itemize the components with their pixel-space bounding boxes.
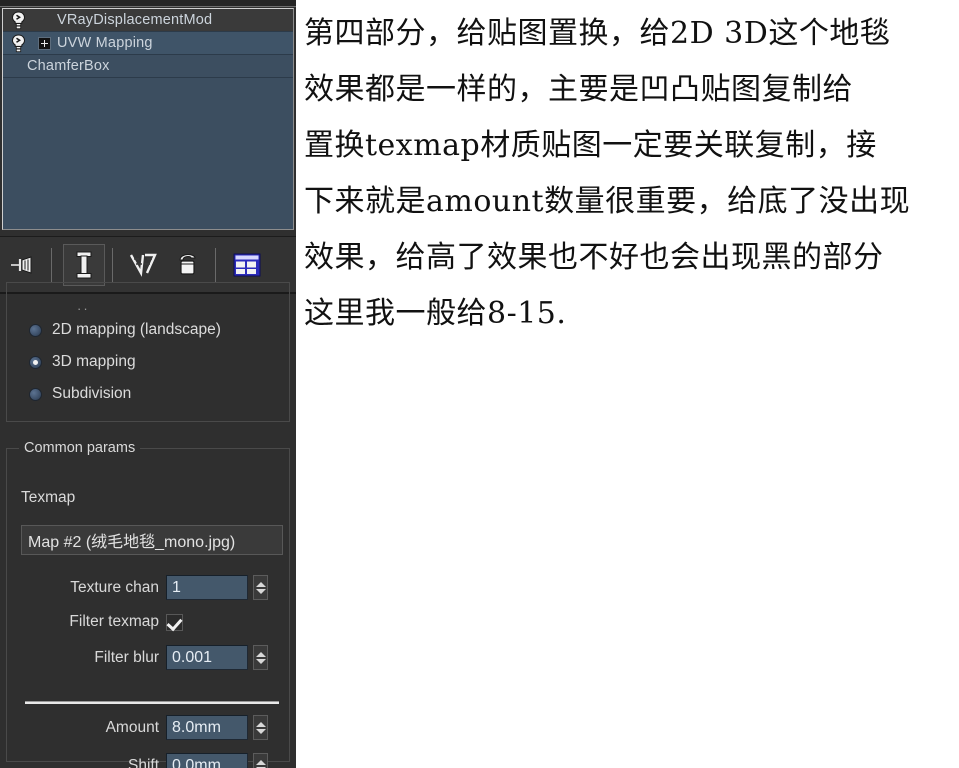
remove-modifier-icon[interactable] (168, 245, 208, 285)
texmap-button[interactable]: Map #2 (绒毛地毯_mono.jpg) (21, 525, 283, 555)
section-divider (25, 701, 279, 704)
radio-subdivision[interactable]: Subdivision (29, 385, 131, 403)
texture-chan-input[interactable]: 1 (166, 575, 248, 600)
radio-label: 3D mapping (52, 353, 136, 370)
make-unique-icon[interactable] (124, 245, 164, 285)
spinner-down-icon[interactable] (255, 728, 266, 734)
shift-spinner[interactable] (253, 753, 268, 768)
spinner-up-icon[interactable] (255, 581, 266, 587)
group-dots: ·· (77, 301, 90, 316)
radio-label: Subdivision (52, 385, 132, 402)
show-end-result-icon[interactable] (63, 243, 105, 286)
amount-spinner[interactable] (253, 715, 268, 740)
caption-line: 效果都是一样的，主要是凹凸贴图复制给 (304, 72, 853, 107)
filter-blur-label: Filter blur (94, 648, 159, 666)
common-params-group: Common params Texmap Map #2 (绒毛地毯_mono.j… (6, 440, 290, 768)
spinner-down-icon[interactable] (255, 658, 266, 664)
filter-blur-row: Filter blur 0.001 (29, 645, 268, 670)
filter-blur-input[interactable]: 0.001 (166, 645, 248, 670)
lightbulb-icon[interactable] (3, 33, 33, 53)
pin-stack-icon[interactable] (4, 245, 44, 285)
shift-row: Shift 0.0mm (29, 753, 268, 768)
lightbulb-icon[interactable] (3, 10, 33, 30)
panel-top-bar (0, 0, 296, 7)
command-panel: VRayDisplacementMod UVW Mapping ChamferB… (0, 0, 296, 768)
texmap-label: Texmap (21, 489, 76, 506)
texture-chan-spinner[interactable] (253, 575, 268, 600)
texture-chan-row: Texture chan 1 (29, 575, 268, 600)
filter-texmap-row: Filter texmap (29, 613, 183, 631)
radio-2d-mapping[interactable]: 2D mapping (landscape) (29, 321, 221, 339)
caption-line: 这里我一般给8-15. (304, 296, 567, 331)
common-params-title: Common params (19, 440, 141, 456)
shift-label: Shift (127, 756, 159, 768)
filter-texmap-label: Filter texmap (69, 613, 159, 630)
mapping-mode-group: ·· 2D mapping (landscape) 3D mapping Sub… (6, 282, 290, 422)
toolbar-separator (215, 247, 216, 282)
annotation-text-block: 第四部分，给贴图置换，给2D 3D这个地毯 效果都是一样的，主要是凹凸贴图复制给… (296, 0, 959, 768)
caption-line: 第四部分，给贴图置换，给2D 3D这个地毯 (304, 16, 891, 51)
vray-displacement-rollout: ·· 2D mapping (landscape) 3D mapping Sub… (0, 282, 296, 768)
stack-item-vraydisplacementmod[interactable]: VRayDisplacementMod (3, 9, 293, 32)
radio-3d-mapping[interactable]: 3D mapping (29, 353, 136, 371)
expand-plus-icon[interactable] (33, 36, 55, 50)
toolbar-separator (112, 247, 113, 282)
spinner-up-icon[interactable] (255, 651, 266, 657)
filter-blur-spinner[interactable] (253, 645, 268, 670)
spinner-up-icon[interactable] (255, 759, 266, 765)
stack-item-label: VRayDisplacementMod (57, 12, 213, 28)
radio-icon[interactable] (29, 355, 42, 369)
caption-line: 置换texmap材质贴图一定要关联复制，接 (304, 128, 877, 163)
filter-texmap-checkbox[interactable] (166, 613, 183, 631)
spinner-down-icon[interactable] (255, 588, 266, 594)
texture-chan-label: Texture chan (70, 578, 159, 596)
amount-label: Amount (105, 718, 159, 736)
caption-line: 效果，给高了效果也不好也会出现黑的部分 (304, 240, 884, 275)
caption-line: 下来就是amount数量很重要，给底了没出现 (304, 184, 911, 219)
radio-icon[interactable] (29, 387, 42, 401)
radio-icon[interactable] (29, 323, 42, 337)
spinner-up-icon[interactable] (255, 721, 266, 727)
toolbar-separator (51, 247, 52, 282)
stack-item-uvw-mapping[interactable]: UVW Mapping (3, 32, 293, 55)
radio-label: 2D mapping (landscape) (52, 321, 221, 338)
amount-row: Amount 8.0mm (29, 715, 268, 740)
stack-item-label: UVW Mapping (57, 35, 153, 51)
stack-item-label: ChamferBox (27, 58, 110, 74)
amount-input[interactable]: 8.0mm (166, 715, 248, 740)
stack-item-chamferbox[interactable]: ChamferBox (3, 55, 293, 78)
shift-input[interactable]: 0.0mm (166, 753, 248, 768)
modifier-stack-list[interactable]: VRayDisplacementMod UVW Mapping ChamferB… (2, 8, 294, 230)
screenshot-root: VRayDisplacementMod UVW Mapping ChamferB… (0, 0, 959, 768)
configure-sets-icon[interactable] (227, 245, 267, 285)
stack-empty-area[interactable] (3, 78, 293, 229)
